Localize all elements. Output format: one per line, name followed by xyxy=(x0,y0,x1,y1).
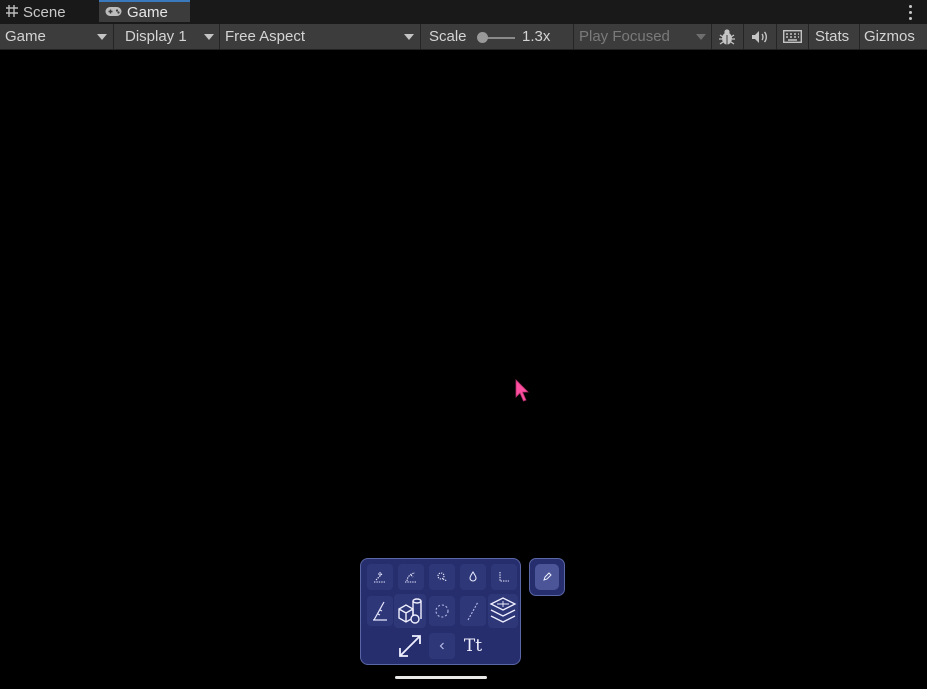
display-value: Display 1 xyxy=(125,28,187,45)
chevron-left-icon[interactable] xyxy=(429,633,455,659)
pencil-icon xyxy=(535,564,559,590)
text-tool-button[interactable]: Tt xyxy=(460,633,486,659)
play-mode-value: Play Focused xyxy=(579,28,670,45)
tab-scene[interactable]: Scene xyxy=(6,0,96,24)
mouse-cursor-icon xyxy=(515,379,529,402)
tool-2-icon[interactable] xyxy=(398,564,424,590)
view-mode-value: Game xyxy=(5,28,46,45)
floating-toolbox: Tt xyxy=(360,558,521,665)
scale-slider-handle[interactable] xyxy=(477,32,488,43)
divider xyxy=(808,24,809,49)
tab-game[interactable]: Game xyxy=(99,0,190,22)
aspect-value: Free Aspect xyxy=(225,28,306,45)
corner-icon[interactable] xyxy=(491,564,517,590)
gizmos-button[interactable]: Gizmos xyxy=(864,24,915,49)
editor-tab-bar: Scene Game xyxy=(0,0,927,24)
display-dropdown[interactable]: Display 1 xyxy=(125,24,187,49)
scale-label-text: Scale xyxy=(429,28,467,45)
aspect-dropdown[interactable]: Free Aspect xyxy=(225,24,305,49)
gamepad-icon xyxy=(105,5,122,20)
tab-game-label: Game xyxy=(127,3,168,21)
tool-1-icon[interactable] xyxy=(367,564,393,590)
expand-icon[interactable] xyxy=(393,631,427,661)
ruler-icon[interactable] xyxy=(367,596,393,626)
home-indicator xyxy=(395,676,487,679)
keyboard-icon[interactable] xyxy=(777,24,808,49)
scale-value-text: 1.3x xyxy=(522,28,551,45)
chevron-down-icon xyxy=(404,34,414,40)
tool-3-icon[interactable] xyxy=(429,564,455,590)
divider xyxy=(113,24,114,49)
view-mode-dropdown[interactable]: Game xyxy=(5,24,46,49)
shapes-icon[interactable] xyxy=(394,594,426,628)
divider xyxy=(420,24,421,49)
drop-icon[interactable] xyxy=(460,564,486,590)
chevron-down-icon xyxy=(204,34,214,40)
stats-label: Stats xyxy=(815,28,850,45)
bug-icon[interactable] xyxy=(712,24,742,49)
divider xyxy=(219,24,220,49)
scale-value: 1.3x xyxy=(522,24,550,49)
more-options-icon[interactable] xyxy=(903,3,917,21)
stats-button[interactable]: Stats xyxy=(815,24,849,49)
scale-label: Scale xyxy=(429,24,467,49)
grid-icon xyxy=(6,4,18,20)
circle-icon[interactable] xyxy=(429,596,455,626)
play-mode-dropdown[interactable]: Play Focused xyxy=(579,24,670,49)
divider xyxy=(859,24,860,49)
pencil-button[interactable] xyxy=(529,558,565,596)
tab-scene-label: Scene xyxy=(23,3,66,21)
gizmos-label: Gizmos xyxy=(864,28,915,45)
divider xyxy=(573,24,574,49)
text-icon: Tt xyxy=(463,636,483,656)
speaker-icon[interactable] xyxy=(744,24,776,49)
line-icon[interactable] xyxy=(460,596,486,626)
chevron-down-icon xyxy=(97,34,107,40)
layers-icon[interactable] xyxy=(488,594,518,628)
chevron-down-icon xyxy=(696,34,706,40)
